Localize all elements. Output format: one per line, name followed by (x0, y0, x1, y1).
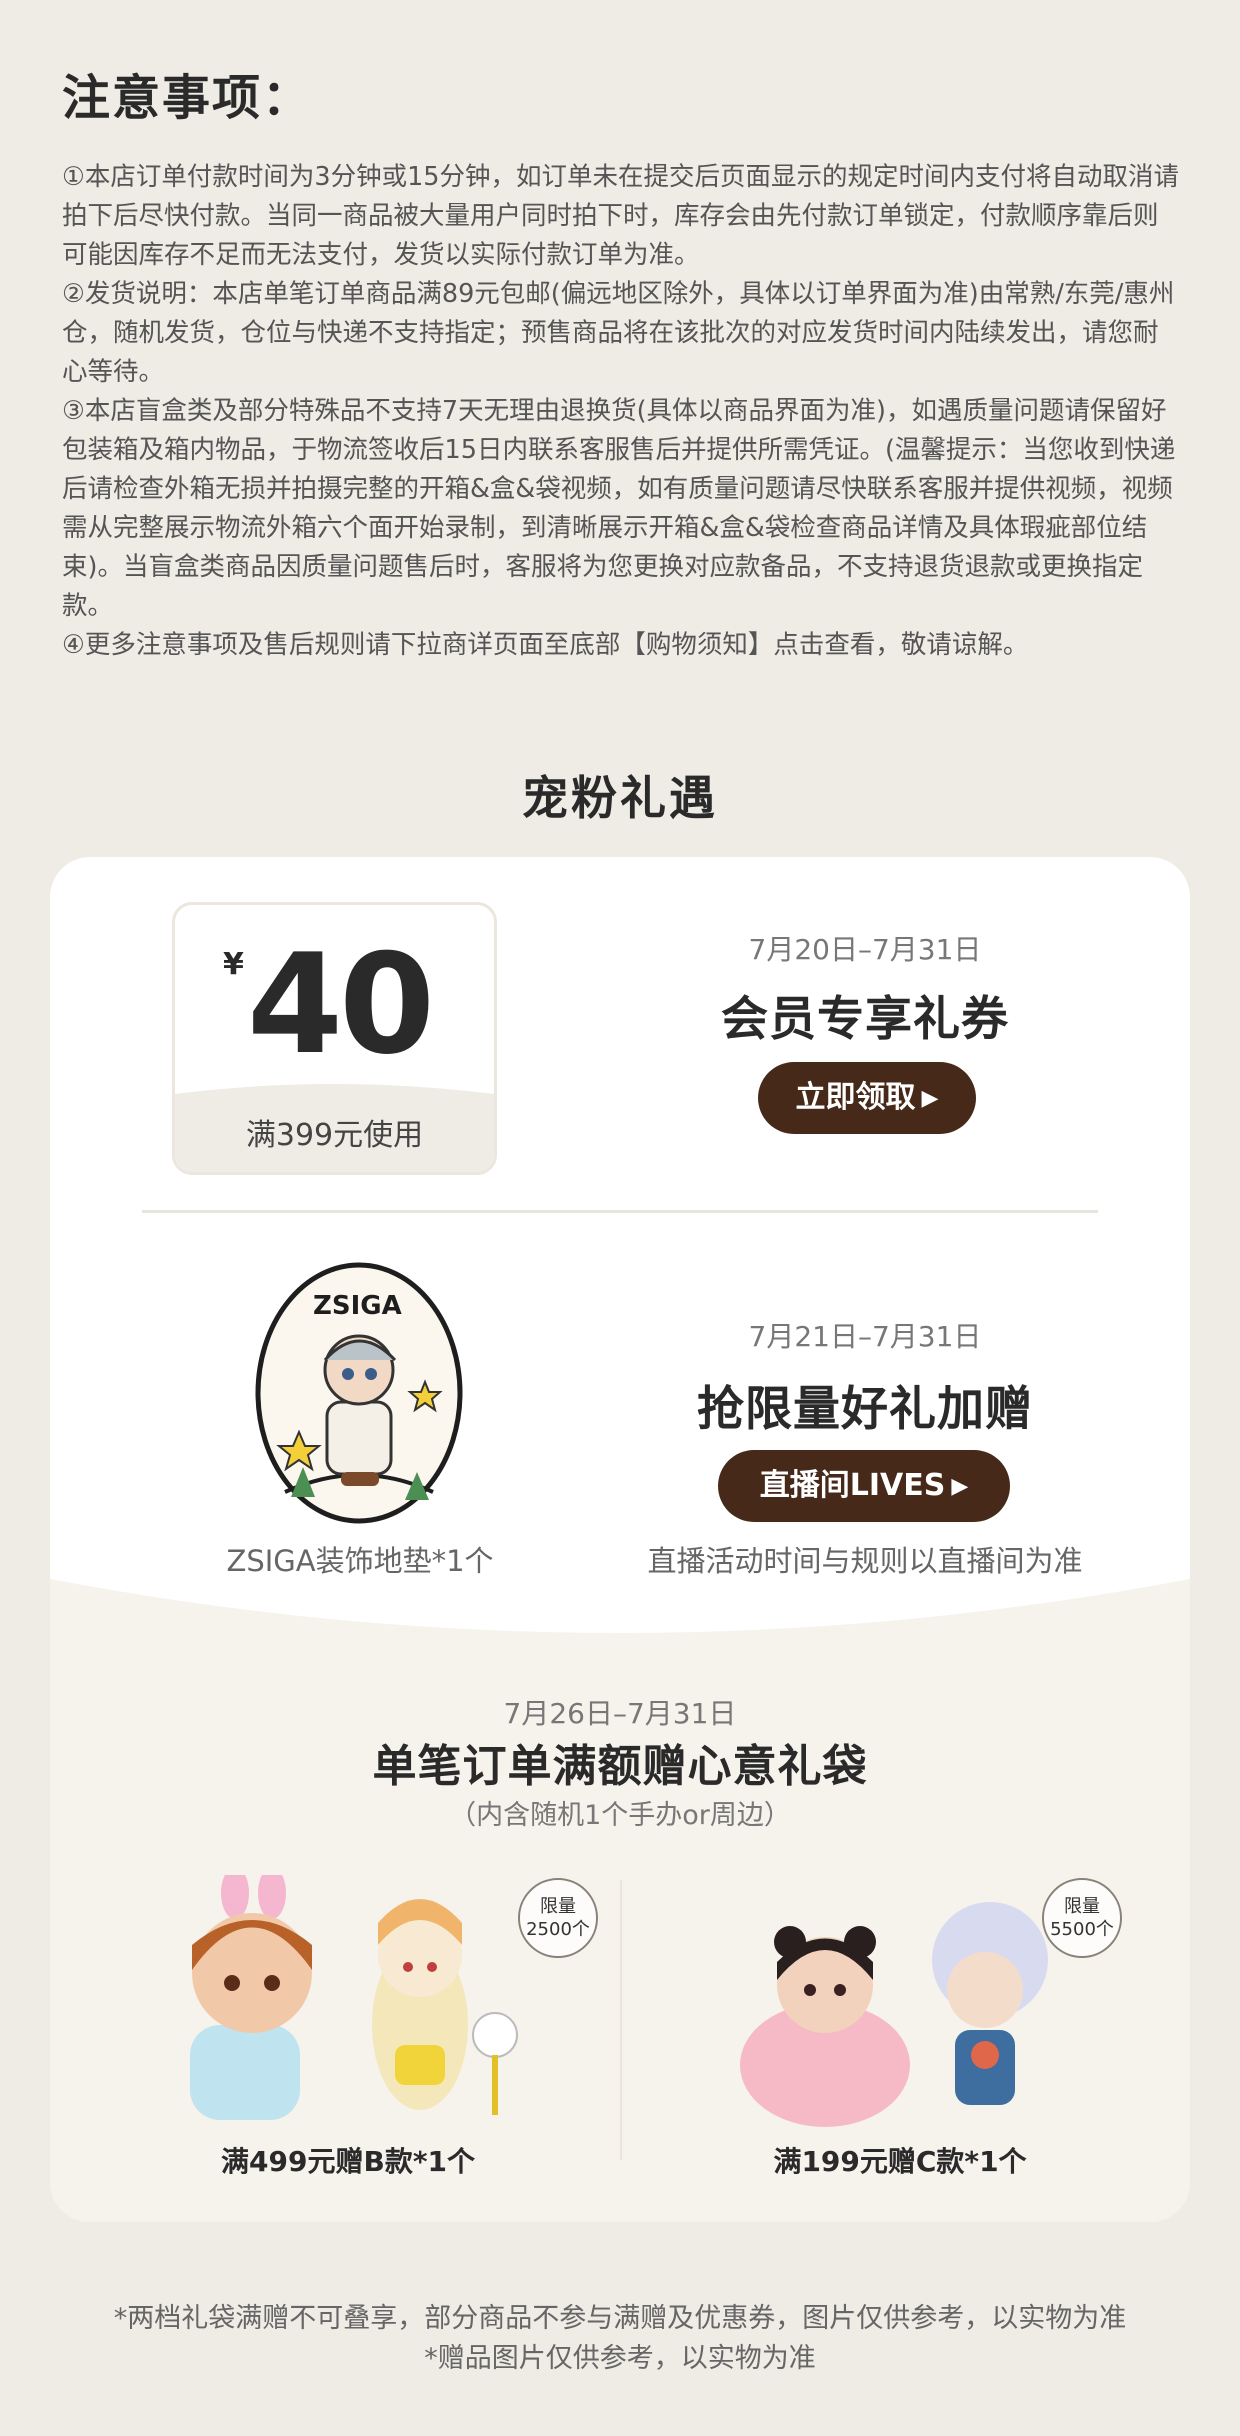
section-title: 宠粉礼遇 (522, 771, 718, 825)
mat-brand-text: ZSIGA (313, 1291, 402, 1321)
tier-b-label: 满499元赠B款*1个 (221, 2145, 475, 2178)
live-gift-date: 7月21日–7月31日 (748, 1320, 982, 1353)
footnote-1: *两档礼袋满赠不可叠享，部分商品不参与满赠及优惠券，图片仅供参考，以实物为准 (113, 2303, 1127, 2334)
notice-section: 注意事项： ①本店订单付款时间为3分钟或15分钟，如订单未在提交后页面显示的规定… (62, 58, 1182, 665)
tier-b-limit-badge: 限量 2500个 (518, 1878, 598, 1958)
coupon-condition: 满399元使用 (245, 1118, 424, 1153)
section-divider (142, 1210, 1098, 1213)
tier-c-limit-line2: 5500个 (1050, 1919, 1114, 1940)
claim-coupon-button[interactable]: 立即领取 ▶ (758, 1062, 976, 1134)
tier-c-limit-badge: 限量 5500个 (1042, 1878, 1122, 1958)
tier-c-limit-line1: 限量 (1064, 1896, 1100, 1917)
coupon-currency: ¥ (223, 947, 244, 982)
play-triangle-icon: ▶ (951, 1474, 969, 1499)
footnote-2: *赠品图片仅供参考，以实物为准 (424, 2343, 816, 2374)
live-room-button[interactable]: 直播间LIVES ▶ (718, 1450, 1010, 1522)
notice-item-3: ③本店盲盒类及部分特殊品不支持7天无理由退换货(具体以商品界面为准)，如遇质量问… (62, 396, 1176, 621)
tier-b-figures-image (190, 1875, 518, 2120)
notice-item-2: ②发货说明：本店单笔订单商品满89元包邮(偏远地区除外，具体以订单界面为准)由常… (62, 279, 1175, 387)
tier-b-limit-line1: 限量 (540, 1896, 576, 1917)
play-triangle-icon: ▶ (921, 1086, 939, 1111)
live-gift-title: 抢限量好礼加赠 (697, 1382, 1033, 1437)
tier-c-label: 满199元赠C款*1个 (773, 2145, 1027, 2178)
notice-item-4: ④更多注意事项及售后规则请下拉商详页面至底部【购物须知】点击查看，敬请谅解。 (62, 630, 1029, 660)
tier-b-limit-line2: 2500个 (526, 1919, 590, 1940)
zsiga-mat-image: ZSIGA (255, 1262, 463, 1524)
notice-title: 注意事项： (62, 70, 313, 126)
coupon-date: 7月20日–7月31日 (748, 933, 982, 966)
member-coupon[interactable]: ¥ 40 满399元使用 (172, 902, 497, 1175)
notice-item-1: ①本店订单付款时间为3分钟或15分钟，如订单未在提交后页面显示的规定时间内支付将… (62, 162, 1180, 270)
tier-c-figures-image (740, 1902, 1048, 2127)
claim-coupon-label: 立即领取 (795, 1080, 916, 1115)
gift-bag-date: 7月26日–7月31日 (503, 1697, 737, 1730)
live-rule-note: 直播活动时间与规则以直播间为准 (647, 1544, 1083, 1578)
mat-caption: ZSIGA装饰地垫*1个 (226, 1544, 494, 1578)
gift-bag-subtitle: （内含随机1个手办or周边） (449, 1800, 791, 1831)
gift-bag-title: 单笔订单满额赠心意礼袋 (372, 1741, 868, 1792)
live-room-label: 直播间LIVES (759, 1468, 946, 1503)
tier-divider (620, 1880, 622, 2160)
coupon-amount: 40 (247, 924, 435, 1085)
coupon-title: 会员专享礼券 (721, 992, 1009, 1047)
